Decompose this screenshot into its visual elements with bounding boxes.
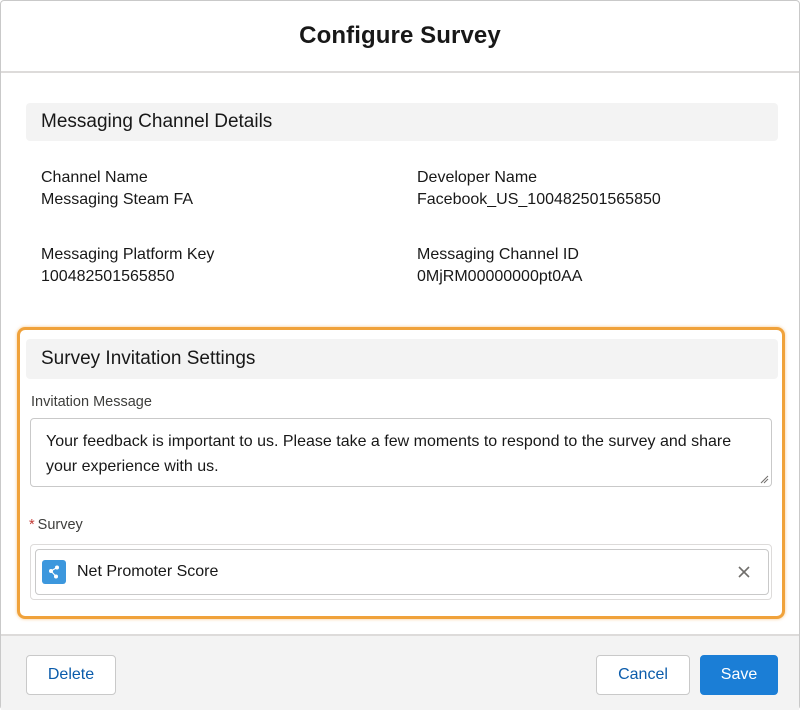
survey-field-label: * Survey: [29, 517, 83, 533]
survey-selected-value: Net Promoter Score: [77, 563, 219, 580]
close-icon[interactable]: [736, 564, 752, 580]
modal-footer: Delete Cancel Save: [1, 634, 799, 710]
messaging-channel-id-value: 0MjRM00000000pt0AA: [417, 268, 583, 285]
invitation-message-textarea[interactable]: Your feedback is important to us. Please…: [30, 418, 772, 487]
survey-icon: [42, 560, 66, 584]
resize-grip-icon[interactable]: [760, 475, 769, 484]
cancel-button[interactable]: Cancel: [596, 655, 690, 695]
messaging-channel-id-field: Messaging Channel ID 0MjRM00000000pt0AA: [417, 244, 582, 288]
channel-name-label: Channel Name: [41, 169, 148, 186]
developer-name-field: Developer Name Facebook_US_1004825015658…: [417, 167, 661, 211]
survey-lookup-pill[interactable]: Net Promoter Score: [35, 549, 769, 595]
required-asterisk: *: [29, 517, 35, 533]
delete-button[interactable]: Delete: [26, 655, 116, 695]
save-button[interactable]: Save: [700, 655, 778, 695]
messaging-platform-key-value: 100482501565850: [41, 268, 175, 285]
messaging-channel-details-heading: Messaging Channel Details: [26, 103, 778, 141]
channel-name-field: Channel Name Messaging Steam FA: [41, 167, 193, 211]
messaging-channel-id-label: Messaging Channel ID: [417, 246, 579, 263]
developer-name-value: Facebook_US_100482501565850: [417, 191, 661, 208]
messaging-platform-key-label: Messaging Platform Key: [41, 246, 215, 263]
messaging-platform-key-field: Messaging Platform Key 100482501565850: [41, 244, 214, 288]
channel-name-value: Messaging Steam FA: [41, 191, 194, 208]
configure-survey-modal: Configure Survey Messaging Channel Detai…: [0, 0, 800, 710]
modal-header: Configure Survey: [1, 1, 799, 73]
invitation-message-label: Invitation Message: [31, 394, 152, 410]
survey-invitation-settings-heading: Survey Invitation Settings: [26, 339, 778, 379]
developer-name-label: Developer Name: [417, 169, 538, 186]
survey-label-text: Survey: [37, 517, 83, 533]
invitation-message-text: Your feedback is important to us. Please…: [46, 433, 732, 475]
modal-title: Configure Survey: [299, 22, 501, 49]
